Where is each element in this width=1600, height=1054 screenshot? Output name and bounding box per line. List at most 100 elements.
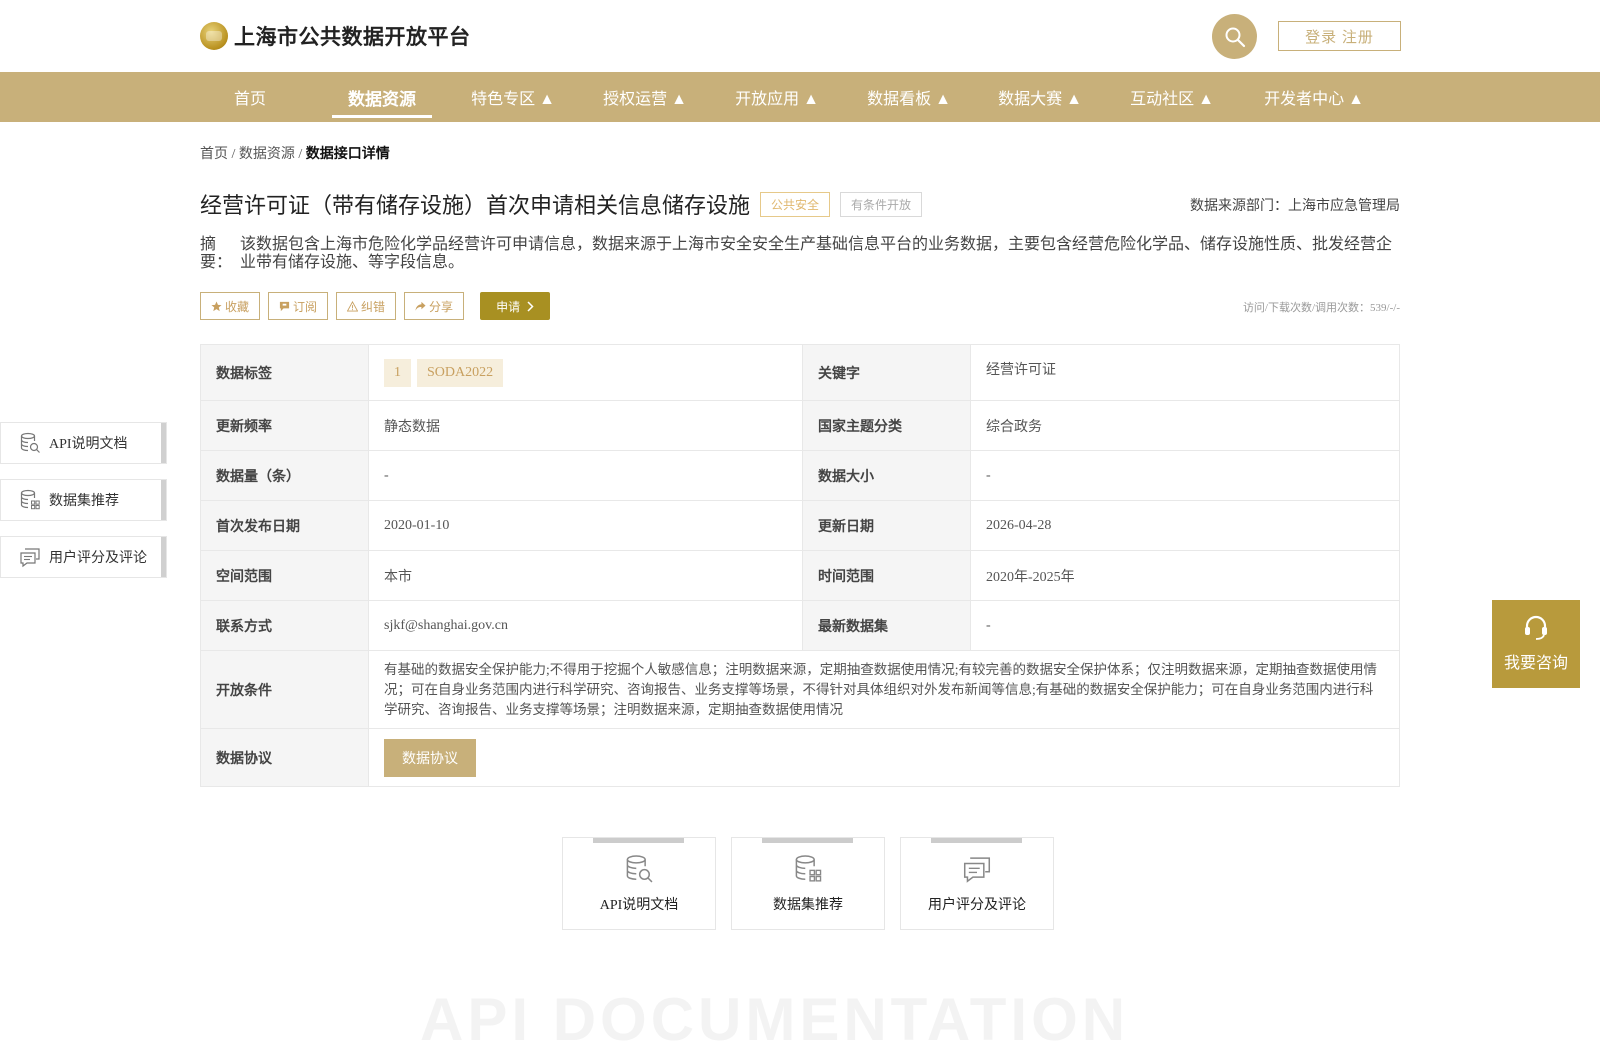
update-frequency-value: 静态数据	[368, 400, 803, 451]
comments-icon	[20, 548, 40, 568]
database-grid-icon	[795, 855, 822, 882]
side-nav-label: 用户评分及评论	[49, 551, 147, 566]
nav-item-open-apps[interactable]: 开放应用 ▲	[727, 72, 827, 122]
breadcrumb-separator: /	[228, 147, 239, 162]
site-header: 上海市公共数据开放平台 登录 注册	[0, 0, 1600, 72]
consult-button[interactable]: 我要咨询	[1492, 600, 1580, 688]
card-dataset-recommend[interactable]: 数据集推荐	[731, 837, 885, 930]
card-label: API说明文档	[599, 898, 679, 913]
data-agreement-button[interactable]: 数据协议	[384, 738, 476, 777]
data-tag-chip[interactable]: 1	[384, 358, 411, 387]
card-api-docs[interactable]: API说明文档	[562, 837, 716, 930]
side-nav-label: 数据集推荐	[49, 494, 119, 509]
card-label: 用户评分及评论	[928, 898, 1026, 913]
nav-item-developer-center[interactable]: 开发者中心 ▲	[1254, 72, 1374, 122]
logo-emblem-icon	[200, 22, 228, 50]
tags-cell: 1 SODA2022	[368, 344, 803, 401]
category-tag: 公共安全	[760, 191, 831, 217]
nav-item-data-resources[interactable]: 数据资源	[332, 72, 432, 122]
chevron-right-icon	[527, 300, 534, 312]
subscribe-label: 订阅	[293, 299, 318, 314]
report-error-button[interactable]: 纠错	[336, 292, 397, 320]
headset-icon	[1525, 615, 1547, 640]
nav-item-special-zone[interactable]: 特色专区 ▲	[463, 72, 563, 122]
open-type-tag: 有条件开放	[840, 191, 923, 217]
favorite-button[interactable]: 收藏	[200, 292, 261, 320]
share-button[interactable]: 分享	[404, 292, 465, 320]
table-row: 首次发布日期 2020-01-10 更新日期 2026-04-28	[200, 500, 1400, 551]
breadcrumb-current: 数据接口详情	[305, 147, 390, 162]
dataset-info-table: 数据标签 1 SODA2022 关键字 经营许可证 更新频率 静态数据 国家主题分…	[200, 344, 1400, 787]
spatial-scope-value: 本市	[368, 550, 803, 601]
tags-label: 数据标签	[200, 344, 369, 401]
data-size-value: -	[970, 450, 1400, 501]
favorite-label: 收藏	[225, 299, 250, 314]
share-icon	[415, 301, 426, 311]
spatial-scope-label: 空间范围	[200, 550, 369, 601]
table-row: 数据量（条） - 数据大小 -	[200, 450, 1400, 501]
data-tag-chip[interactable]: SODA2022	[417, 358, 504, 387]
search-button[interactable]	[1212, 14, 1257, 59]
login-register-button[interactable]: 登录 注册	[1278, 21, 1401, 51]
dataset-abstract: 摘 要： 该数据包含上海市危险化学品经营许可申请信息，数据来源于上海市安全安全生…	[200, 236, 1400, 272]
apply-label: 申请	[496, 299, 521, 314]
site-title: 上海市公共数据开放平台	[234, 26, 471, 49]
main-nav: 首页 数据资源 特色专区 ▲ 授权运营 ▲ 开放应用 ▲ 数据看板 ▲ 数据大赛…	[0, 72, 1600, 122]
access-stats: 访问/下载次数/调用次数：539/-/-	[1242, 302, 1400, 314]
nav-item-competition[interactable]: 数据大赛 ▲	[990, 72, 1090, 122]
open-conditions-value: 有基础的数据安全保护能力;不得用于挖掘个人敏感信息；注明数据来源，定期抽查数据使…	[368, 650, 1400, 729]
site-logo[interactable]: 上海市公共数据开放平台	[200, 20, 471, 52]
subscribe-button[interactable]: 订阅	[268, 292, 329, 320]
contact-label: 联系方式	[200, 600, 369, 651]
database-search-icon	[20, 432, 40, 453]
data-agreement-cell: 数据协议	[368, 728, 1400, 787]
record-count-value: -	[368, 450, 803, 501]
section-watermark-heading: API DOCUMENTATION	[420, 986, 1130, 1053]
table-row: 开放条件 有基础的数据安全保护能力;不得用于挖掘个人敏感信息；注明数据来源，定期…	[200, 650, 1400, 729]
update-date-value: 2026-04-28	[970, 500, 1400, 551]
table-row: 数据协议 数据协议	[200, 728, 1400, 787]
side-nav-dataset-recommend[interactable]: 数据集推荐	[0, 479, 167, 521]
consult-label: 我要咨询	[1503, 655, 1568, 672]
action-bar: 收藏 订阅 纠错 分享 申请	[200, 292, 551, 320]
side-nav-user-reviews[interactable]: 用户评分及评论	[0, 536, 167, 578]
card-user-reviews[interactable]: 用户评分及评论	[900, 837, 1054, 930]
database-search-icon	[626, 855, 653, 883]
card-label: 数据集推荐	[773, 898, 843, 913]
breadcrumb-home[interactable]: 首页	[200, 147, 228, 162]
nav-item-dashboard[interactable]: 数据看板 ▲	[859, 72, 959, 122]
breadcrumb: 首页 / 数据资源 / 数据接口详情	[200, 143, 390, 163]
abstract-text: 该数据包含上海市危险化学品经营许可申请信息，数据来源于上海市安全安全生产基础信息…	[240, 236, 1393, 271]
side-nav-api-docs[interactable]: API说明文档	[0, 422, 167, 464]
national-theme-value: 综合政务	[970, 400, 1400, 451]
breadcrumb-separator: /	[294, 147, 306, 162]
nav-item-home[interactable]: 首页	[200, 72, 300, 122]
search-icon	[1225, 27, 1245, 47]
contact-value[interactable]: sjkf@shanghai.gov.cn	[368, 600, 803, 651]
latest-dataset-value[interactable]: -	[970, 600, 1400, 651]
flag-icon	[279, 301, 290, 311]
dataset-title: 经营许可证（带有储存设施）首次申请相关信息储存设施	[200, 193, 751, 218]
apply-button[interactable]: 申请	[480, 292, 551, 320]
open-conditions-label: 开放条件	[200, 650, 369, 729]
abstract-label: 摘 要：	[200, 236, 233, 271]
data-size-label: 数据大小	[802, 450, 971, 501]
nav-item-community[interactable]: 互动社区 ▲	[1122, 72, 1222, 122]
table-row: 数据标签 1 SODA2022 关键字 经营许可证	[200, 344, 1400, 401]
dataset-title-row: 经营许可证（带有储存设施）首次申请相关信息储存设施 公共安全 有条件开放	[200, 188, 923, 220]
nav-item-authorized-operation[interactable]: 授权运营 ▲	[595, 72, 695, 122]
first-release-value: 2020-01-10	[368, 500, 803, 551]
report-error-label: 纠错	[361, 299, 386, 314]
data-source-department: 数据来源部门：上海市应急管理局	[1190, 199, 1400, 214]
time-range-value: 2020年-2025年	[970, 550, 1400, 601]
warning-icon	[347, 300, 359, 312]
table-row: 空间范围 本市 时间范围 2020年-2025年	[200, 550, 1400, 601]
keyword-label: 关键字	[802, 344, 971, 401]
breadcrumb-data-resources[interactable]: 数据资源	[239, 147, 295, 162]
comments-icon	[963, 857, 991, 883]
update-frequency-label: 更新频率	[200, 400, 369, 451]
table-row: 更新频率 静态数据 国家主题分类 综合政务	[200, 400, 1400, 451]
database-grid-icon	[20, 489, 40, 510]
star-icon	[211, 300, 222, 311]
time-range-label: 时间范围	[802, 550, 971, 601]
